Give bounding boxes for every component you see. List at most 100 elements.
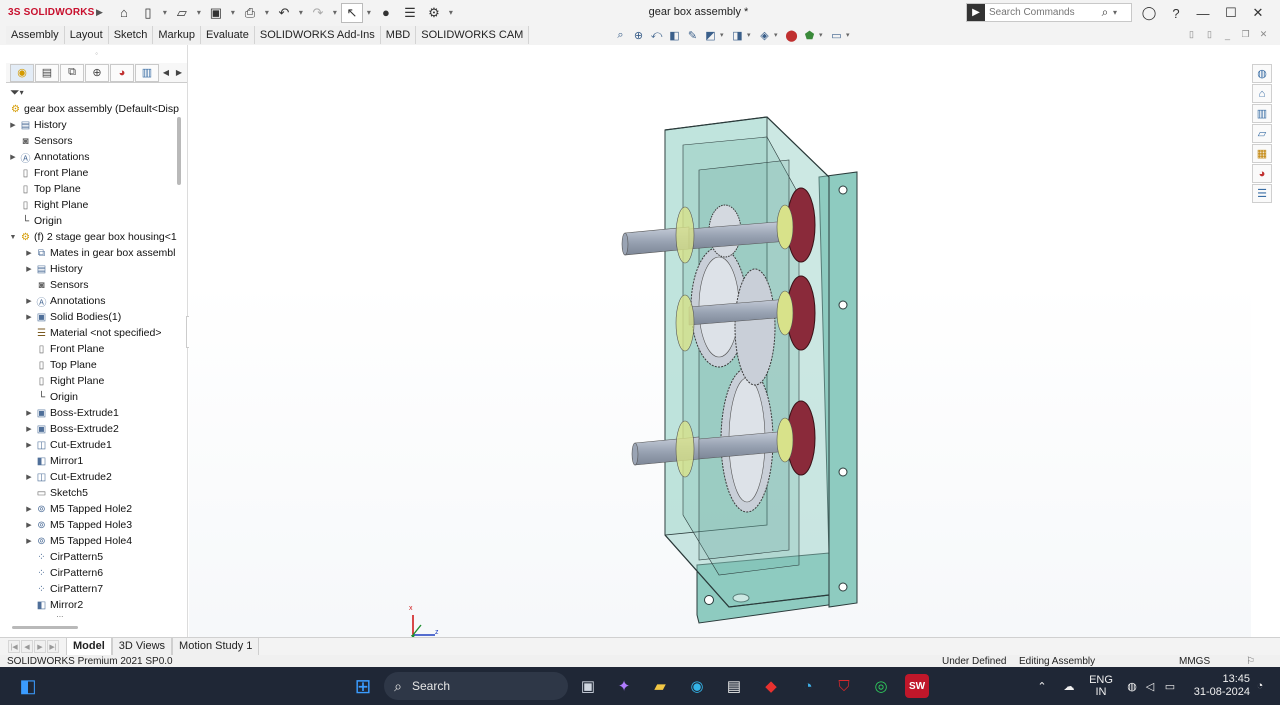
copilot-icon[interactable]: ✦: [612, 674, 636, 698]
notifications-icon[interactable]: ◔: [1252, 667, 1268, 705]
view-palette-icon[interactable]: ▦: [1252, 144, 1272, 163]
expand-arrow-icon[interactable]: ▶: [8, 153, 18, 161]
expand-arrow-icon[interactable]: ▶: [24, 537, 34, 545]
graphics-area[interactable]: x z: [189, 45, 1251, 637]
command-tab-markup[interactable]: Markup: [153, 26, 202, 44]
zoom-to-area-icon[interactable]: ⊕: [630, 27, 647, 43]
microsoft-store-icon[interactable]: ▤: [722, 674, 746, 698]
wifi-icon[interactable]: ◍: [1124, 667, 1140, 705]
tree-item-cut-extrude1[interactable]: ▶ ◫ Cut-Extrude1: [6, 437, 187, 453]
tree-item-fillet1[interactable]: ◜Fillet1: [6, 613, 187, 617]
file-explorer-icon[interactable]: ▱: [1252, 124, 1272, 143]
search-icon[interactable]: ⌕: [1097, 5, 1113, 20]
tree-item-boss-extrude1[interactable]: ▶ ▣ Boss-Extrude1: [6, 405, 187, 421]
settings-sync-icon[interactable]: ◔: [796, 674, 820, 698]
security-shield-icon[interactable]: ⛉: [832, 674, 856, 698]
save-dropdown-icon[interactable]: ▾: [229, 8, 237, 17]
open-dropdown-icon[interactable]: ▾: [195, 8, 203, 17]
command-tab-evaluate[interactable]: Evaluate: [201, 26, 255, 44]
next-tab-icon[interactable]: ▶: [34, 640, 46, 653]
bottom-tab-3d-views[interactable]: 3D Views: [111, 638, 173, 655]
tree-item-cirpattern5[interactable]: ⁘ CirPattern5: [6, 549, 187, 565]
tree-filter[interactable]: ⏷ ▾: [6, 83, 187, 101]
tree-item-history[interactable]: ▶ ▤ History: [6, 117, 187, 133]
undo-dropdown-icon[interactable]: ▾: [297, 8, 305, 17]
print-icon[interactable]: ⎙: [239, 3, 261, 23]
menu-expand-arrow-icon[interactable]: ▶: [96, 7, 103, 18]
help-icon[interactable]: ?: [1165, 3, 1187, 23]
search-commands-input[interactable]: [985, 7, 1097, 18]
rebuild-icon[interactable]: ●: [375, 3, 397, 23]
section-view-icon[interactable]: ◧: [666, 27, 683, 43]
options-dropdown-icon[interactable]: ▾: [447, 8, 455, 17]
view-settings-dropdown-icon[interactable]: ▾: [846, 27, 854, 43]
hide-show-items-icon[interactable]: ◈: [756, 27, 773, 43]
user-account-icon[interactable]: ◯: [1138, 3, 1160, 23]
zoom-to-fit-icon[interactable]: ⌕: [612, 27, 629, 43]
tree-item-front-plane[interactable]: ▯ Front Plane: [6, 341, 187, 357]
search-commands[interactable]: ▶ ⌕ ▾: [966, 3, 1132, 22]
solidworks-resources-icon[interactable]: ◍: [1252, 64, 1272, 83]
home-icon[interactable]: ⌂: [113, 3, 135, 23]
tabs-scroll-left-icon[interactable]: ◀: [160, 64, 172, 82]
front-bearing-caps[interactable]: [675, 206, 695, 478]
undo-icon[interactable]: ↶: [273, 3, 295, 23]
windows-start-icon[interactable]: ⊞: [351, 674, 375, 698]
cascade-window-icon[interactable]: ▯: [1204, 29, 1215, 40]
feature-manager-tab-icon[interactable]: ◉: [10, 63, 34, 82]
tile-window-icon[interactable]: ▯: [1186, 29, 1197, 40]
view-orientation-dropdown-icon[interactable]: ▾: [720, 27, 728, 43]
command-tab-layout[interactable]: Layout: [64, 26, 109, 44]
file-properties-icon[interactable]: ☰: [399, 3, 421, 23]
dynamic-annotation-icon[interactable]: ✎: [684, 27, 701, 43]
tree-item-history[interactable]: ▶ ▤ History: [6, 261, 187, 277]
tree-item-f-2-stage-gear-box-housing-1[interactable]: ▼ ⚙ (f) 2 stage gear box housing<1: [6, 229, 187, 245]
command-tab-sketch[interactable]: Sketch: [108, 26, 154, 44]
tree-item-front-plane[interactable]: ▯ Front Plane: [6, 165, 187, 181]
first-tab-icon[interactable]: |◀: [8, 640, 20, 653]
select-arrow-icon[interactable]: ↖: [340, 2, 363, 23]
scene-dropdown-icon[interactable]: ▾: [819, 27, 827, 43]
tree-item-solid-bodies-1[interactable]: ▶ ▣ Solid Bodies(1): [6, 309, 187, 325]
doc-minimize-icon[interactable]: _: [1222, 29, 1233, 40]
tree-item-top-plane[interactable]: ▯ Top Plane: [6, 357, 187, 373]
options-gear-icon[interactable]: ⚙: [423, 3, 445, 23]
configuration-manager-tab-icon[interactable]: ⧉: [60, 63, 84, 82]
tree-item-m5-tapped-hole2[interactable]: ▶ ⊚ M5 Tapped Hole2: [6, 501, 187, 517]
view-orientation-icon[interactable]: ◩: [702, 27, 719, 43]
anydesk-icon[interactable]: ◆: [759, 674, 783, 698]
bottom-tab-motion-study-1[interactable]: Motion Study 1: [172, 638, 260, 655]
new-dropdown-icon[interactable]: ▾: [161, 8, 169, 17]
tree-item-sensors[interactable]: ◙ Sensors: [6, 133, 187, 149]
apply-scene-icon[interactable]: ⬟: [801, 27, 818, 43]
tree-item-sketch5[interactable]: ▭ Sketch5: [6, 485, 187, 501]
tree-item-cirpattern6[interactable]: ⁘ CirPattern6: [6, 565, 187, 581]
expand-arrow-icon[interactable]: ▶: [24, 425, 34, 433]
gear-middle[interactable]: [734, 268, 776, 386]
tree-item-sensors[interactable]: ◙ Sensors: [6, 277, 187, 293]
tree-item-annotations[interactable]: ▶ Ⓐ Annotations: [6, 293, 187, 309]
print-dropdown-icon[interactable]: ▾: [263, 8, 271, 17]
expand-arrow-icon[interactable]: ▶: [24, 409, 34, 417]
bottom-tab-model[interactable]: Model: [66, 638, 112, 655]
display-manager-tab-icon[interactable]: ◕: [110, 63, 134, 82]
task-view-icon[interactable]: ▣: [576, 674, 600, 698]
tree-item-origin[interactable]: └ Origin: [6, 213, 187, 229]
expand-arrow-icon[interactable]: ▶: [24, 505, 34, 513]
tree-item-right-plane[interactable]: ▯ Right Plane: [6, 197, 187, 213]
gearbox-model-view[interactable]: [189, 45, 1251, 637]
close-icon[interactable]: ✕: [1247, 3, 1269, 23]
panel-grip-icon[interactable]: ◦: [6, 45, 187, 63]
maximize-icon[interactable]: ☐: [1220, 3, 1242, 23]
expand-arrow-icon[interactable]: ▶: [24, 313, 34, 321]
expand-arrow-icon[interactable]: ▶: [8, 121, 18, 129]
command-tab-mbd[interactable]: MBD: [380, 26, 417, 44]
solidworks-taskbar-icon[interactable]: SW: [905, 674, 929, 698]
tree-item-annotations[interactable]: ▶ Ⓐ Annotations: [6, 149, 187, 165]
battery-icon[interactable]: ▭: [1162, 667, 1178, 705]
cam-manager-tab-icon[interactable]: ▥: [135, 63, 159, 82]
tree-item-boss-extrude2[interactable]: ▶ ▣ Boss-Extrude2: [6, 421, 187, 437]
tree-item-m5-tapped-hole4[interactable]: ▶ ⊚ M5 Tapped Hole4: [6, 533, 187, 549]
design-library-home-icon[interactable]: ⌂: [1252, 84, 1272, 103]
doc-restore-icon[interactable]: ❐: [1240, 29, 1251, 40]
